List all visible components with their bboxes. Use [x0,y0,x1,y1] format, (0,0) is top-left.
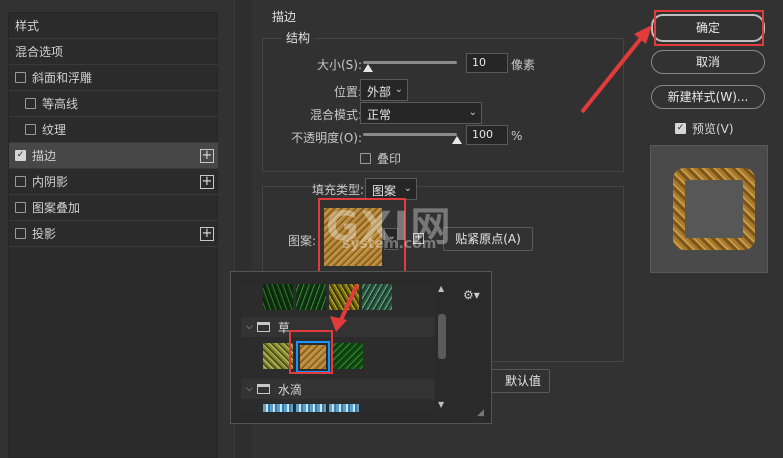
annotation-arrowhead-pattern [330,316,347,332]
annotation-arrow-pattern [338,284,359,323]
annotation-arrow-ok [580,30,648,114]
annotation-arrows [330,25,652,332]
